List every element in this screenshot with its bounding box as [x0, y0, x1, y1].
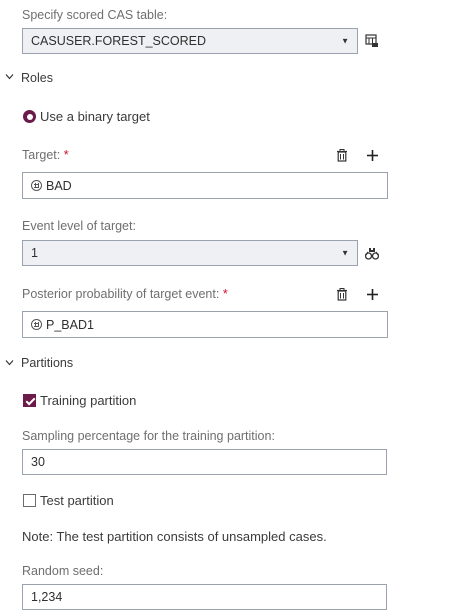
- target-label: Target: *: [22, 148, 69, 162]
- posterior-value: P_BAD1: [46, 317, 94, 332]
- test-partition-note: Note: The test partition consists of uns…: [22, 529, 327, 544]
- sampling-label: Sampling percentage for the training par…: [22, 429, 275, 443]
- training-partition-option[interactable]: Training partition: [23, 393, 136, 408]
- test-partition-checkbox[interactable]: [23, 494, 36, 507]
- test-partition-label: Test partition: [40, 493, 114, 508]
- target-required-mark: *: [63, 148, 69, 162]
- partitions-header[interactable]: Partitions: [21, 356, 73, 370]
- posterior-variable-chip[interactable]: P_BAD1: [31, 318, 94, 332]
- target-trash-icon[interactable]: [335, 148, 349, 163]
- random-seed-input[interactable]: 1,234: [22, 584, 387, 610]
- posterior-field[interactable]: P_BAD1: [22, 311, 388, 338]
- test-partition-option[interactable]: Test partition: [23, 493, 114, 508]
- scored-table-label: Specify scored CAS table:: [22, 8, 168, 22]
- posterior-plus-icon[interactable]: [365, 287, 379, 302]
- roles-header[interactable]: Roles: [21, 71, 53, 85]
- event-level-value: 1: [31, 246, 38, 260]
- target-value: BAD: [46, 178, 72, 193]
- binary-target-option[interactable]: Use a binary target: [23, 109, 150, 124]
- training-partition-checkbox[interactable]: [23, 394, 36, 407]
- partitions-chevron-down-icon[interactable]: [5, 358, 14, 367]
- random-seed-value: 1,234: [31, 590, 63, 604]
- scored-table-value: CASUSER.FOREST_SCORED: [31, 34, 207, 48]
- event-level-select[interactable]: 1 ▼: [22, 240, 358, 266]
- scored-table-select[interactable]: CASUSER.FOREST_SCORED ▼: [22, 28, 358, 54]
- posterior-label-text: Posterior probability of target event:: [22, 287, 220, 301]
- sampling-value: 30: [31, 455, 45, 469]
- random-seed-label: Random seed:: [22, 564, 104, 578]
- target-field[interactable]: BAD: [22, 172, 388, 199]
- variable-icon: [31, 319, 42, 330]
- target-plus-icon[interactable]: [365, 148, 379, 163]
- caret-down-icon: ▼: [341, 36, 349, 46]
- variable-icon: [31, 180, 42, 191]
- training-partition-label: Training partition: [40, 393, 137, 408]
- binary-target-radio[interactable]: [23, 110, 36, 123]
- posterior-label: Posterior probability of target event: *: [22, 287, 228, 301]
- target-variable-chip[interactable]: BAD: [31, 179, 72, 193]
- posterior-trash-icon[interactable]: [335, 287, 349, 302]
- binoculars-icon[interactable]: [364, 245, 380, 261]
- table-icon[interactable]: [364, 33, 380, 49]
- sampling-input[interactable]: 30: [22, 449, 387, 475]
- binary-target-label: Use a binary target: [40, 109, 150, 124]
- caret-down-icon: ▼: [341, 248, 349, 258]
- posterior-required-mark: *: [222, 287, 228, 301]
- event-level-label: Event level of target:: [22, 219, 136, 233]
- roles-chevron-down-icon[interactable]: [5, 72, 14, 81]
- target-label-text: Target:: [22, 148, 61, 162]
